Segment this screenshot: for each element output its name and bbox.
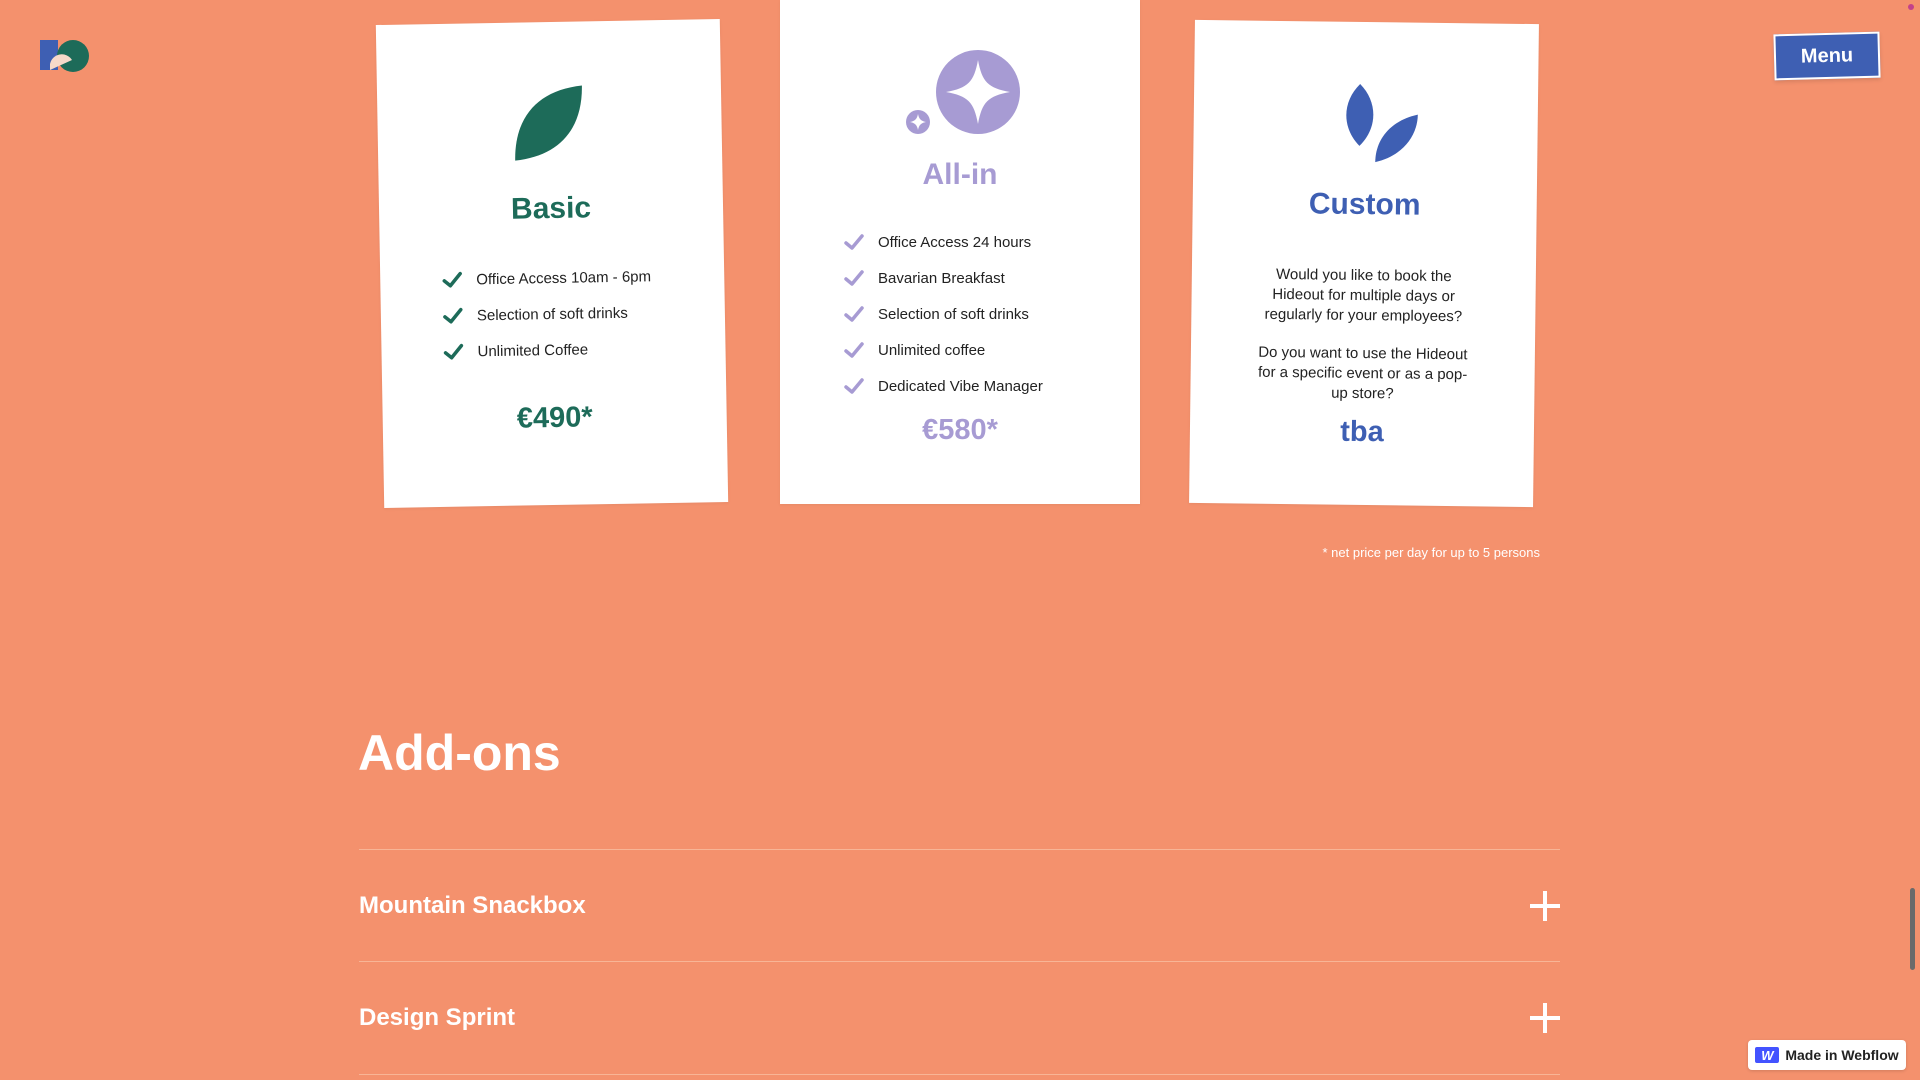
made-in-webflow-badge[interactable]: W Made in Webflow — [1748, 1040, 1906, 1070]
plan-card-custom: Custom Would you like to book the Hideou… — [1189, 19, 1539, 508]
plan-card-basic: Basic Office Access 10am - 6pm Selection… — [375, 19, 729, 508]
plan-price-basic: €490* — [516, 401, 593, 435]
feature-list-allin: Office Access 24 hours Bavarian Breakfas… — [844, 224, 1043, 404]
feature-label: Office Access 24 hours — [878, 233, 1032, 251]
accordion-item-mountain-snackbox[interactable]: Mountain Snackbox — [359, 876, 1560, 936]
feature-list-basic: Office Access 10am - 6pm Selection of so… — [442, 258, 653, 370]
plan-price-allin: €580* — [922, 414, 998, 446]
sparkle-icon — [906, 50, 1020, 134]
checkmark-icon — [844, 342, 864, 358]
checkmark-icon — [844, 270, 864, 286]
badge-label: Made in Webflow — [1785, 1047, 1899, 1063]
feature-label: Unlimited coffee — [878, 341, 986, 359]
plan-title-custom: Custom — [1308, 187, 1421, 222]
list-item: Office Access 10am - 6pm — [442, 258, 651, 298]
price-footnote: * net price per day for up to 5 persons — [1322, 545, 1540, 560]
checkmark-icon — [443, 343, 464, 360]
indicator-dot — [1908, 4, 1914, 10]
checkmark-icon — [844, 378, 864, 394]
leaves-icon — [1346, 83, 1418, 163]
divider — [359, 961, 1560, 962]
checkmark-icon — [844, 306, 864, 322]
plan-title-allin: All-in — [922, 158, 998, 191]
scrollbar-thumb[interactable] — [1910, 888, 1915, 970]
addons-heading: Add-ons — [358, 725, 561, 781]
leaf-icon — [515, 85, 582, 161]
menu-button[interactable]: Menu — [1773, 31, 1881, 81]
checkmark-icon — [442, 271, 462, 288]
list-item: Unlimited Coffee — [443, 330, 652, 370]
checkmark-icon — [443, 307, 463, 324]
list-item: Selection of soft drinks — [844, 296, 1043, 332]
list-item: Dedicated Vibe Manager — [844, 368, 1043, 404]
feature-label: Office Access 10am - 6pm — [476, 267, 652, 288]
plan-title-basic: Basic — [510, 191, 592, 226]
plus-icon[interactable] — [1530, 891, 1560, 921]
plan-card-allin: Garmisch-Partenkirchen, Germany All-in O… — [780, 0, 1140, 504]
webflow-icon: W — [1755, 1047, 1780, 1063]
feature-label: Unlimited Coffee — [477, 340, 589, 360]
accordion-item-design-sprint[interactable]: Design Sprint — [359, 988, 1560, 1048]
custom-description-1: Would you like to book the Hideout for m… — [1264, 265, 1463, 326]
custom-description-2: Do you want to use the Hideout for a spe… — [1257, 343, 1468, 403]
divider — [359, 849, 1560, 850]
feature-label: Selection of soft drinks — [476, 304, 628, 324]
divider — [359, 1074, 1560, 1075]
accordion-label: Design Sprint — [359, 1004, 516, 1031]
plan-price-custom: tba — [1339, 415, 1384, 449]
list-item: Selection of soft drinks — [443, 294, 652, 334]
list-item: Unlimited coffee — [844, 332, 1043, 368]
checkmark-icon — [844, 234, 864, 250]
feature-label: Dedicated Vibe Manager — [878, 377, 1043, 395]
accordion-label: Mountain Snackbox — [359, 892, 586, 919]
feature-label: Bavarian Breakfast — [878, 269, 1005, 287]
list-item: Bavarian Breakfast — [844, 260, 1043, 296]
list-item: Office Access 24 hours — [844, 224, 1043, 260]
feature-label: Selection of soft drinks — [878, 305, 1029, 323]
plus-icon[interactable] — [1530, 1003, 1560, 1033]
logo-icon[interactable] — [38, 36, 94, 76]
